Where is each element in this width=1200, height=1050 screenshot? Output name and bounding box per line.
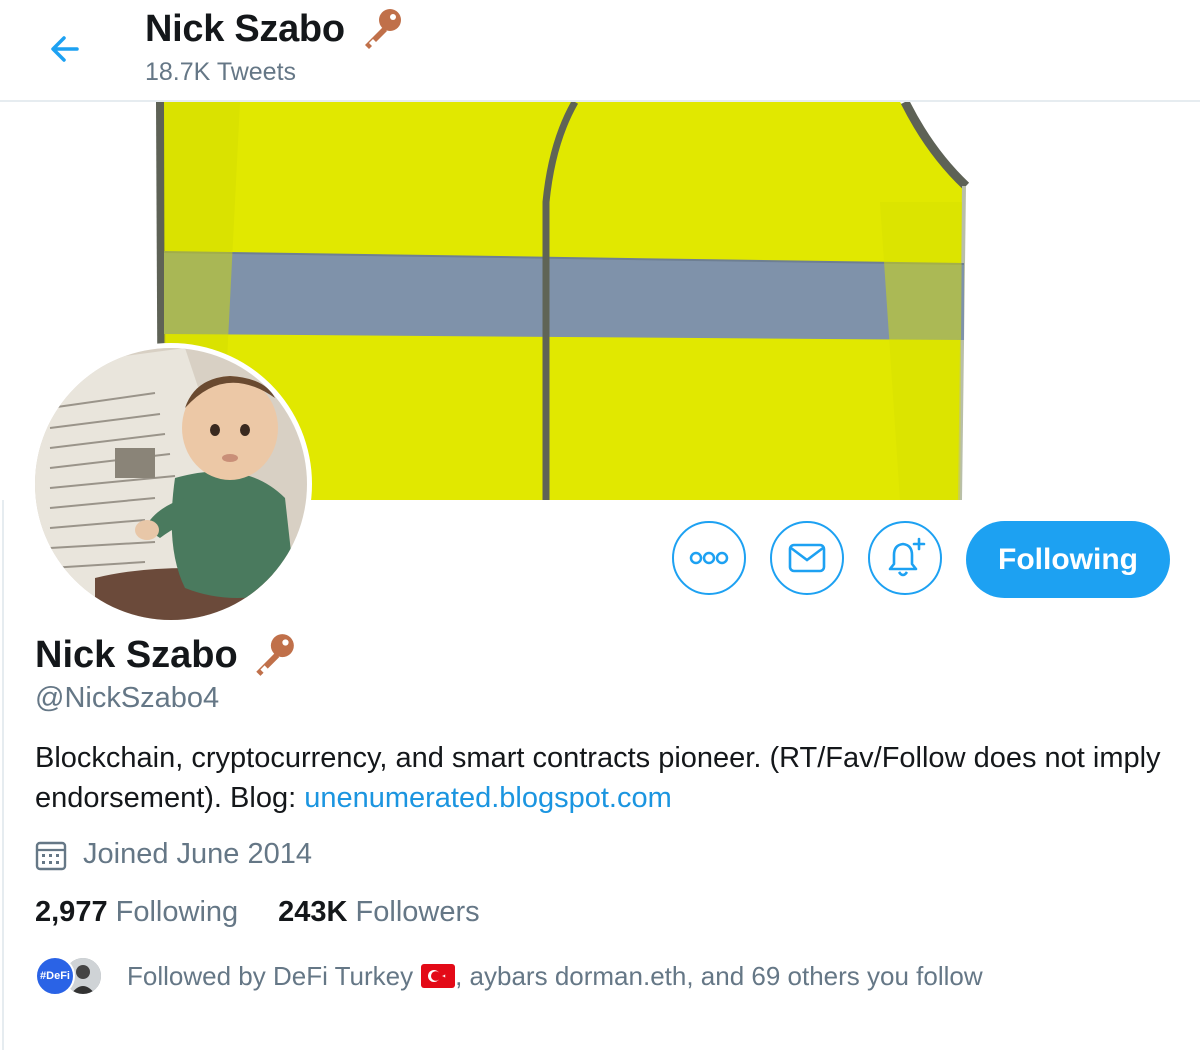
- turkey-flag-icon: [421, 964, 456, 988]
- more-options-button[interactable]: [672, 521, 746, 595]
- defi-turkey-avatar: #DeFi: [35, 956, 75, 996]
- followers-stat[interactable]: 243K Followers: [278, 896, 479, 929]
- joined-date: Joined June 2014: [35, 838, 312, 871]
- profile-bio: Blockchain, cryptocurrency, and smart co…: [35, 738, 1175, 818]
- follow-stats: 2,977 Following 243K Followers: [35, 896, 480, 929]
- following-stat[interactable]: 2,977 Following: [35, 896, 238, 929]
- following-button[interactable]: Following: [966, 521, 1170, 598]
- bell-plus-icon: [888, 537, 926, 577]
- header-name-text: Nick Szabo: [145, 7, 345, 50]
- followed-by-rest: , aybars dorman.eth, and 69 others you f…: [455, 960, 983, 991]
- calendar-icon: [35, 841, 67, 870]
- joined-text: Joined June 2014: [83, 838, 312, 870]
- notifications-button[interactable]: [868, 521, 942, 595]
- bio-blog-link[interactable]: unenumerated.blogspot.com: [304, 782, 672, 814]
- profile-name: Nick Szabo: [35, 631, 298, 679]
- profile-handle: @NickSzabo4: [35, 682, 220, 714]
- more-dots-icon: [689, 551, 729, 565]
- followed-by-text: Followed by DeFi Turkey: [127, 960, 414, 991]
- defi-badge-text: #DeFi: [40, 970, 70, 982]
- following-stat-label: Following: [115, 896, 239, 928]
- avatar-photo: [35, 348, 307, 620]
- profile-name-text: Nick Szabo: [35, 633, 238, 676]
- back-button[interactable]: [40, 24, 90, 74]
- arrow-left-icon: [51, 36, 79, 62]
- key-emoji-icon: [255, 634, 294, 676]
- tweet-count: 18.7K Tweets: [145, 58, 297, 86]
- followers-stat-label: Followers: [355, 896, 480, 928]
- message-button[interactable]: [770, 521, 844, 595]
- avatar[interactable]: [35, 348, 307, 620]
- followed-by-row[interactable]: #DeFi Followed by DeFi Turkey , aybars d…: [35, 956, 983, 996]
- profile-header-bar: Nick Szabo 18.7K Tweets: [0, 0, 1200, 102]
- key-emoji-icon: [364, 9, 401, 49]
- header-title: Nick Szabo: [145, 6, 405, 52]
- following-count: 2,977: [35, 896, 108, 928]
- envelope-icon: [788, 543, 826, 573]
- followers-count: 243K: [278, 896, 348, 928]
